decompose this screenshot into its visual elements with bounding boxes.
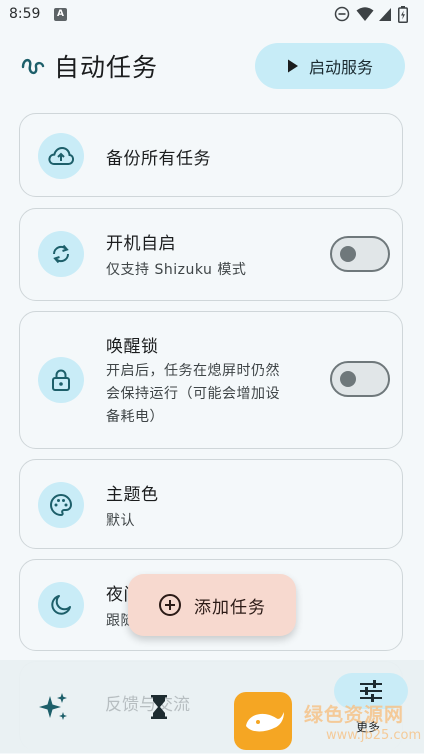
start-service-button[interactable]: 启动服务	[255, 43, 405, 89]
backup-icon-circle	[38, 133, 84, 179]
wakelock-subtitle-line-2: 会保持运行（可能会增加设	[106, 386, 280, 402]
sync-icon	[52, 244, 70, 264]
wakelock-subtitle-line-3: 备耗电）	[106, 409, 164, 425]
signal-icon	[379, 8, 391, 21]
toggle-knob	[340, 246, 356, 262]
lock-icon	[52, 369, 70, 391]
watermark-text: 绿色资源网	[304, 704, 405, 726]
autostart-icon-circle	[38, 231, 84, 277]
night-icon-circle	[38, 582, 84, 628]
status-bar: 8:59 A	[0, 0, 424, 30]
whale-icon	[246, 712, 284, 732]
watermark-url: www.jb25.com	[326, 728, 422, 743]
backup-card[interactable]: 备份所有任务	[19, 113, 403, 197]
nav-tasks[interactable]	[38, 692, 70, 726]
backup-title: 备份所有任务	[106, 149, 211, 169]
battery-icon	[398, 6, 408, 23]
palette-icon	[50, 493, 73, 517]
play-icon	[287, 59, 298, 73]
add-task-button[interactable]: 添加任务	[128, 574, 296, 636]
hourglass-icon	[151, 695, 167, 719]
dnd-icon	[334, 6, 350, 22]
watermark: 绿色资源网 www.jb25.com	[234, 690, 424, 753]
moon-icon	[51, 595, 71, 615]
toggle-knob	[340, 371, 356, 387]
theme-subtitle: 默认	[106, 513, 135, 529]
wakelock-toggle[interactable]	[330, 361, 390, 397]
status-icons	[334, 6, 414, 24]
wakelock-title: 唤醒锁	[106, 337, 159, 357]
theme-card[interactable]: 主题色 默认	[19, 459, 403, 549]
theme-title: 主题色	[106, 485, 159, 505]
add-circle-icon	[159, 594, 181, 616]
wakelock-subtitle-line-1: 开启后，任务在熄屏时仍然	[106, 363, 280, 379]
add-task-label: 添加任务	[194, 597, 266, 618]
app-logo-icon	[21, 58, 45, 75]
wifi-icon	[356, 7, 374, 21]
autostart-card[interactable]: 开机自启 仅支持 Shizuku 模式	[19, 208, 403, 301]
autostart-subtitle: 仅支持 Shizuku 模式	[106, 262, 247, 278]
cloud-upload-icon	[48, 146, 74, 165]
theme-icon-circle	[38, 482, 84, 528]
wakelock-icon-circle	[38, 357, 84, 403]
start-service-label: 启动服务	[308, 58, 373, 77]
watermark-logo-icon	[234, 692, 292, 750]
autostart-title: 开机自启	[106, 234, 176, 254]
autostart-toggle[interactable]	[330, 236, 390, 272]
nav-history[interactable]	[148, 694, 170, 724]
sparkles-icon	[39, 693, 67, 720]
notification-a-icon: A	[54, 8, 67, 21]
status-time: 8:59	[9, 6, 41, 22]
page-title: 自动任务	[54, 53, 159, 82]
wakelock-card[interactable]: 唤醒锁 开启后，任务在熄屏时仍然 会保持运行（可能会增加设 备耗电）	[19, 311, 403, 449]
